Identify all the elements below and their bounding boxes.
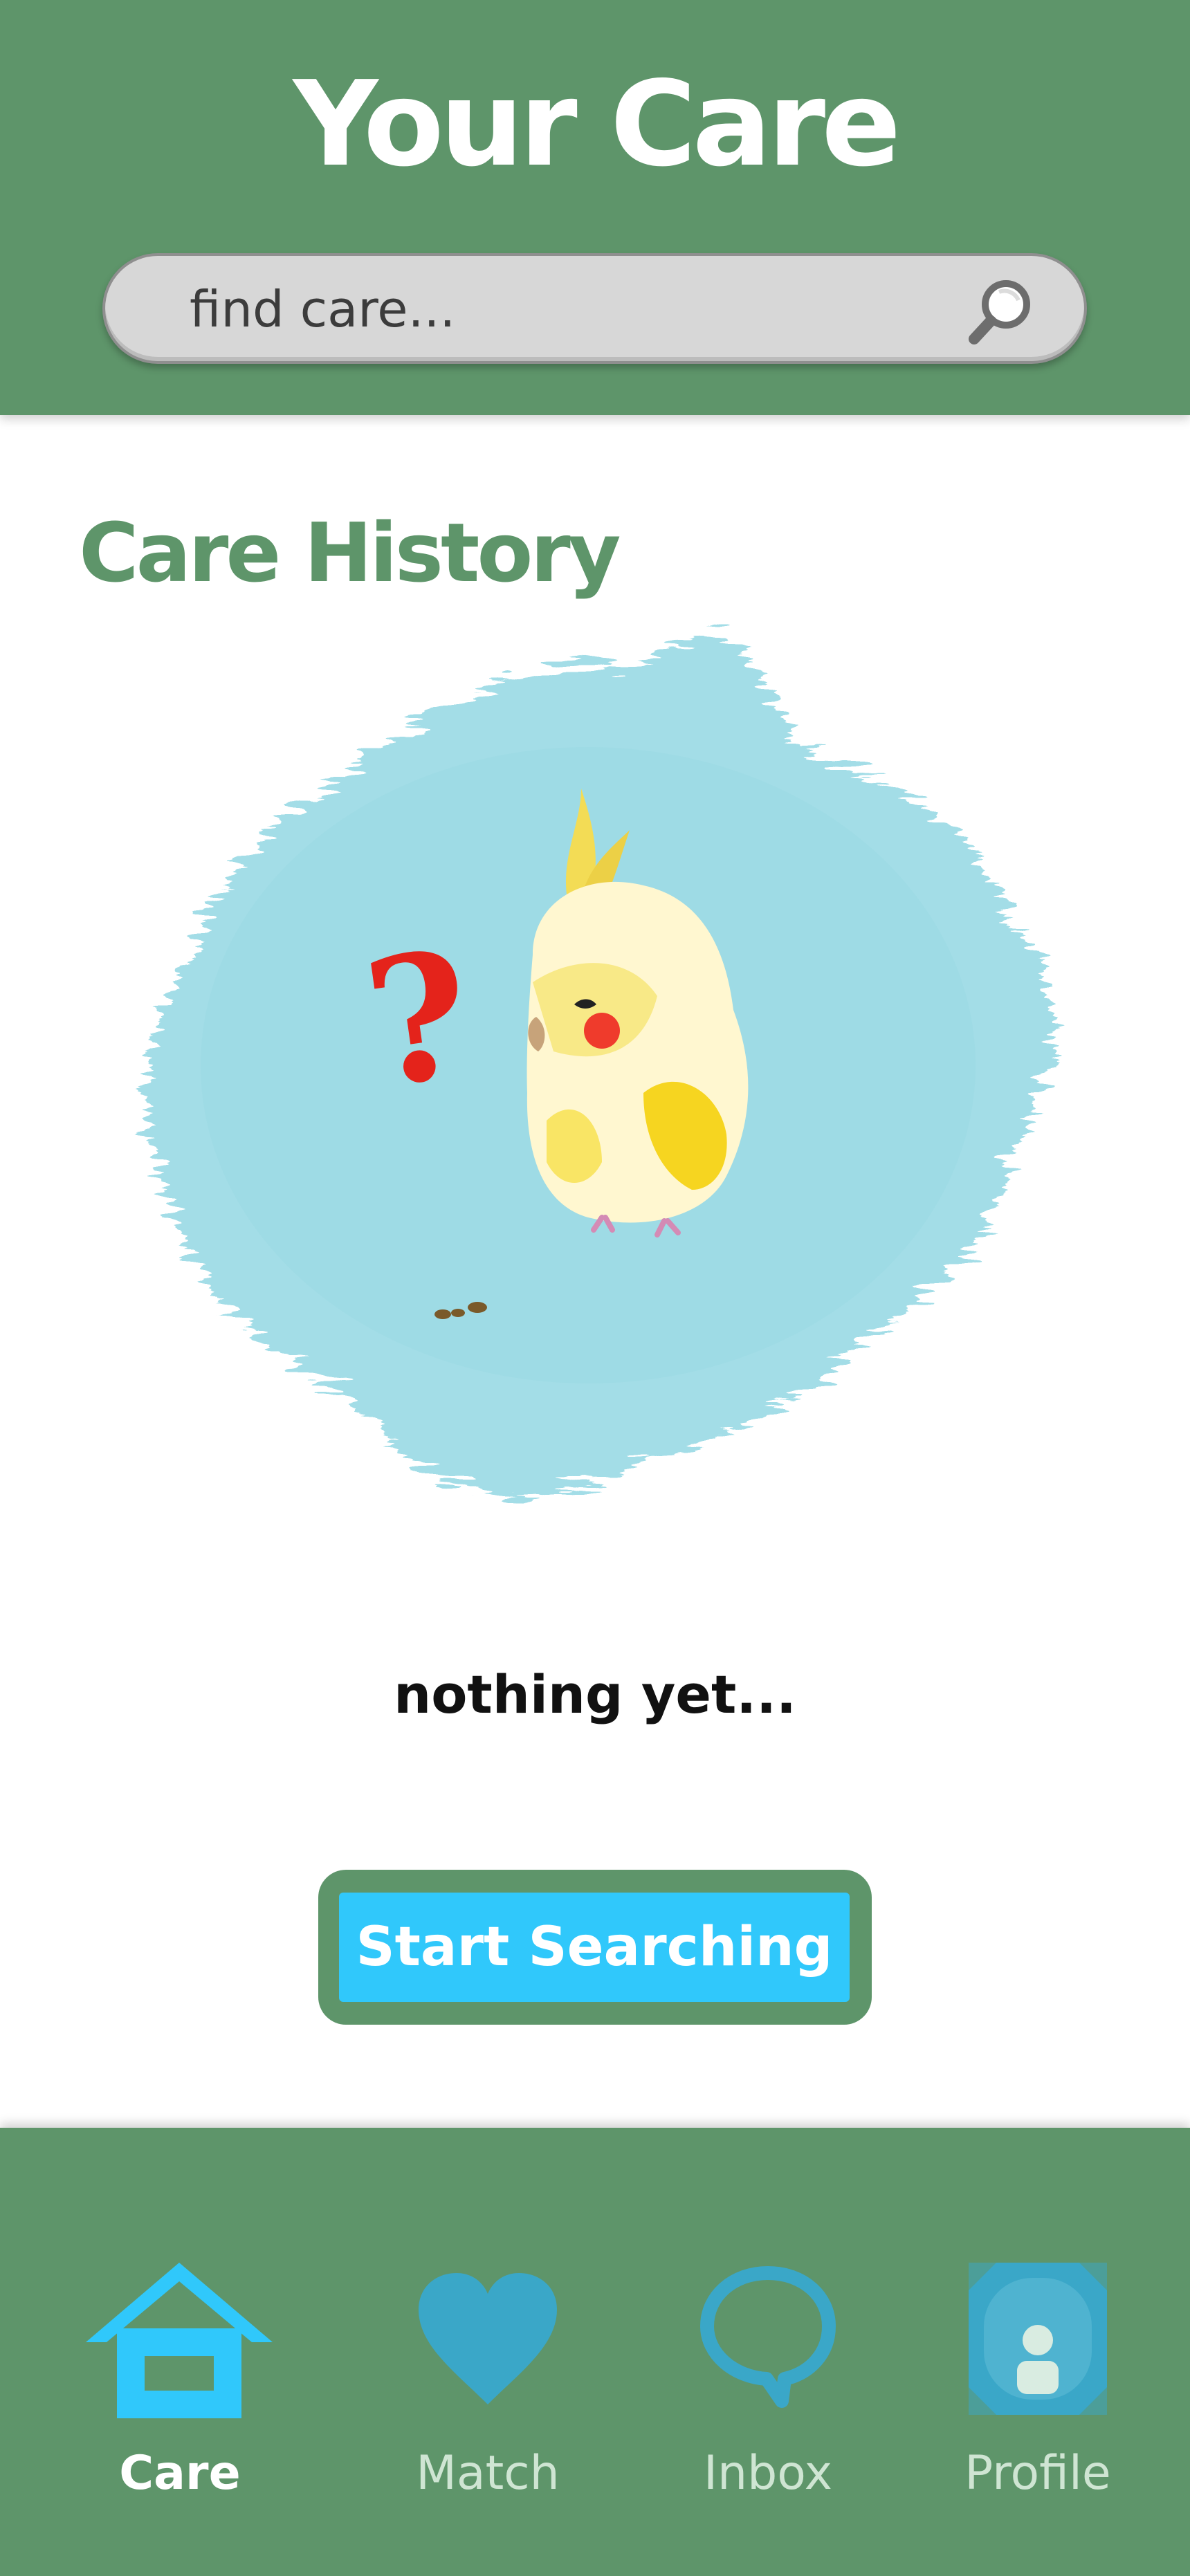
search-input[interactable] [188,277,917,342]
empty-state-text: nothing yet... [394,1664,796,1725]
tab-care[interactable]: Care [69,2128,291,2576]
page-title: Your Care [293,56,901,193]
tab-label-inbox: Inbox [703,2446,833,2501]
house-icon [86,2263,273,2418]
empty-state-illustration: ? [147,635,1054,1497]
start-searching-button[interactable]: Start Searching [339,1893,850,2002]
profile-icon [969,2263,1107,2415]
speech-bubble-icon [700,2266,836,2408]
tab-match[interactable]: Match [387,2128,588,2576]
bottom-nav: Care Match Inbox Profile [0,2128,1190,2576]
tab-label-care: Care [119,2446,241,2501]
tab-label-profile: Profile [964,2446,1111,2501]
tab-profile[interactable]: Profile [941,2128,1135,2576]
search-bar[interactable] [102,253,1087,364]
app-header: Your Care [0,0,1190,415]
tab-inbox[interactable]: Inbox [664,2128,872,2576]
heart-icon [419,2273,557,2404]
search-icon[interactable] [963,273,1041,350]
start-searching-frame: Start Searching [318,1870,872,2025]
tab-label-match: Match [416,2446,560,2501]
